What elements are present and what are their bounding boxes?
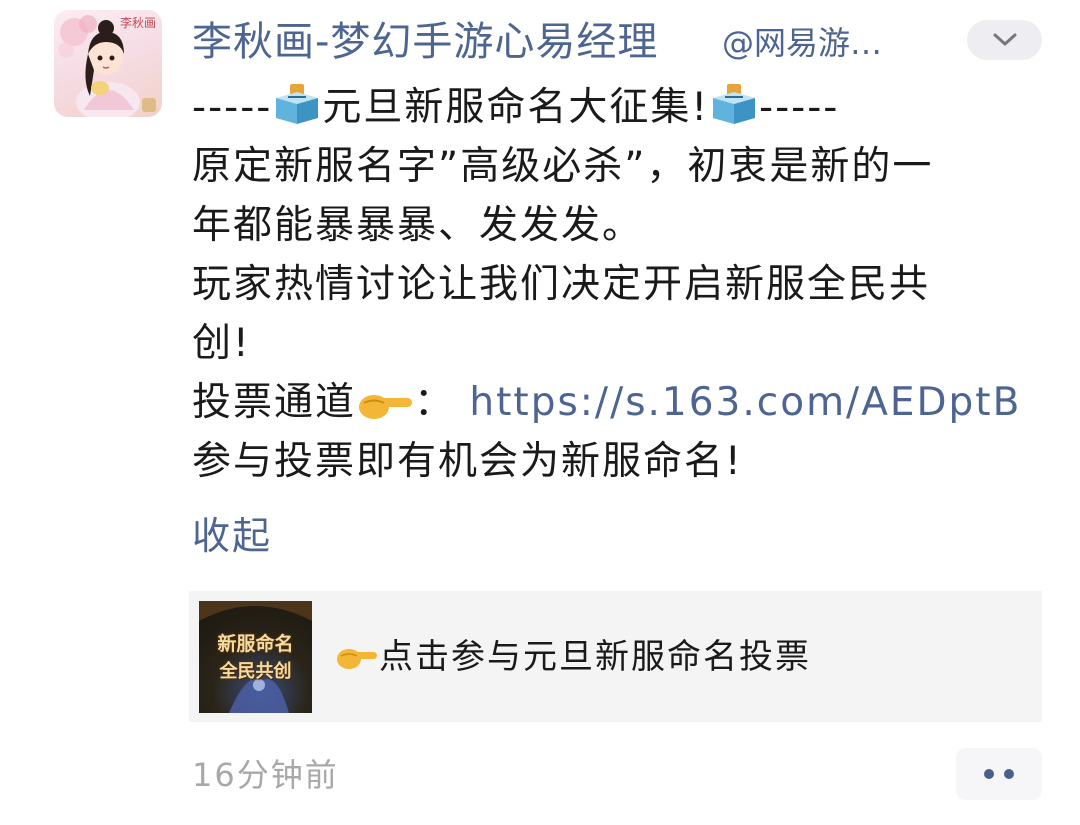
vote-link[interactable]: https://s.163.com/AEDptB bbox=[469, 380, 1021, 425]
pointing-hand-icon bbox=[337, 649, 377, 669]
post-line: 投票通道 ： https://s.163.com/AEDptB bbox=[192, 373, 1032, 432]
post-line: 创! bbox=[192, 314, 1032, 373]
post-line: 参与投票即有机会为新服命名! bbox=[192, 432, 1032, 491]
post-text: 原定新服名字”高级必杀”，初衷是新的一 bbox=[192, 144, 934, 189]
more-dot-icon bbox=[1004, 769, 1014, 779]
more-options-button[interactable] bbox=[956, 748, 1042, 800]
post-line: ----- 元旦新服命名大征集! ----- bbox=[192, 78, 1032, 137]
post-text: 参与投票即有机会为新服命名! bbox=[192, 439, 743, 484]
chevron-down-icon bbox=[993, 33, 1016, 46]
post-line: 年都能暴暴暴、发发发。 bbox=[192, 196, 1032, 255]
post-line: 玩家热情讨论让我们决定开启新服全民共 bbox=[192, 255, 1032, 314]
avatar-caption: 李秋画 bbox=[119, 16, 156, 30]
expand-button[interactable] bbox=[967, 20, 1042, 60]
collapse-button[interactable]: 收起 bbox=[192, 508, 272, 564]
avatar[interactable]: 李秋画 bbox=[54, 10, 162, 117]
post-text: 年都能暴暴暴、发发发。 bbox=[192, 203, 644, 248]
post-text: ----- bbox=[759, 85, 840, 130]
post-text: 创! bbox=[192, 321, 251, 366]
more-dot-icon bbox=[984, 769, 994, 779]
post-text: 投票通道 bbox=[192, 380, 357, 425]
author-handle[interactable]: @网易游… bbox=[722, 20, 922, 66]
card-text[interactable]: 点击参与元旦新服命名投票 bbox=[379, 637, 811, 677]
ballot-box-icon bbox=[272, 82, 322, 143]
author-name[interactable]: 李秋画-梦幻手游心易经理 bbox=[192, 14, 658, 70]
pointing-hand-icon bbox=[356, 379, 414, 438]
card-thumb-title: 新服命名 bbox=[217, 633, 294, 655]
post-text: 元旦新服命名大征集! bbox=[322, 85, 710, 130]
card-thumb-subtitle: 全民共创 bbox=[219, 661, 292, 682]
post-text: 玩家热情讨论让我们决定开启新服全民共 bbox=[192, 262, 931, 307]
post-text: ： bbox=[414, 380, 470, 425]
post-body: ----- 元旦新服命名大征集! ----- 原定新服名字”高级必杀”，初衷是新的一年… bbox=[192, 78, 1032, 491]
link-card[interactable]: 新服命名 全民共创 点击参与元旦新服命名投票 bbox=[189, 591, 1042, 722]
post-text: ----- bbox=[192, 85, 273, 130]
post-timestamp: 16分钟前 bbox=[192, 756, 339, 794]
card-link-text: 点击参与元旦新服命名投票 bbox=[335, 631, 811, 683]
post-line: 原定新服名字”高级必杀”，初衷是新的一 bbox=[192, 137, 1032, 196]
card-thumbnail: 新服命名 全民共创 bbox=[199, 601, 312, 713]
ballot-box-icon bbox=[709, 82, 759, 143]
